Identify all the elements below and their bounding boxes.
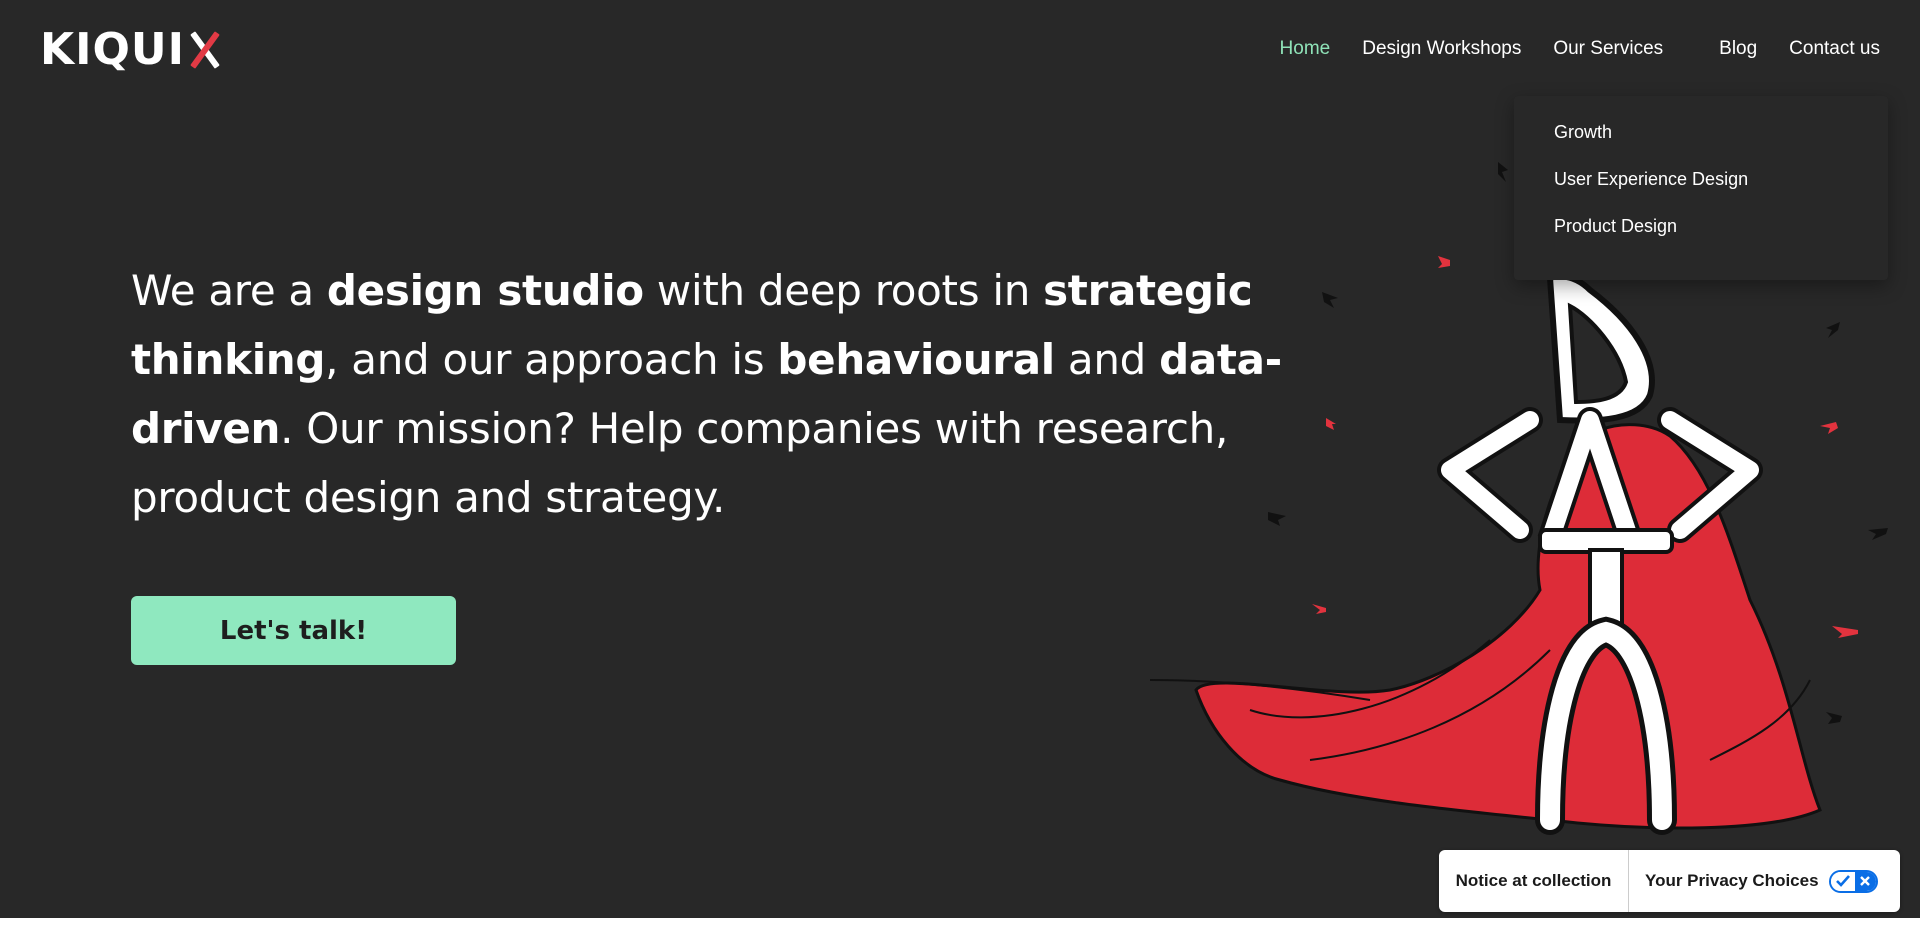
lets-talk-button[interactable]: Let's talk!	[131, 596, 456, 665]
nav-our-services[interactable]: Our Services	[1553, 38, 1663, 60]
nav-home[interactable]: Home	[1280, 38, 1331, 60]
dropdown-item-product-design[interactable]: Product Design	[1514, 214, 1888, 261]
dropdown-item-growth[interactable]: Growth	[1514, 120, 1888, 167]
logo-x-mark	[187, 31, 221, 69]
kiquix-logo[interactable]: KIQUI	[40, 24, 221, 75]
dropdown-item-ux-design[interactable]: User Experience Design	[1514, 167, 1888, 214]
main-nav: Home Design Workshops Our Services Blog …	[1248, 38, 1880, 60]
privacy-choices-label: Your Privacy Choices	[1645, 871, 1819, 890]
hero-headline: We are a design studio with deep roots i…	[131, 256, 1371, 532]
hero-section: KIQUI Home Design Workshops Our Services…	[0, 0, 1920, 918]
nav-contact-us[interactable]: Contact us	[1789, 38, 1880, 60]
hero-mission: Our mission? Help companies with researc…	[131, 404, 1229, 522]
nav-design-workshops[interactable]: Design Workshops	[1362, 38, 1521, 60]
notice-at-collection-link[interactable]: Notice at collection	[1439, 850, 1629, 912]
privacy-choices-toggle-icon	[1828, 869, 1878, 893]
privacy-choices-link[interactable]: Your Privacy Choices	[1629, 850, 1900, 912]
logo-text: KIQUI	[40, 24, 185, 75]
nav-blog[interactable]: Blog	[1719, 38, 1757, 60]
services-dropdown: Growth User Experience Design Product De…	[1514, 96, 1888, 280]
privacy-widget: Notice at collection Your Privacy Choice…	[1439, 850, 1900, 912]
